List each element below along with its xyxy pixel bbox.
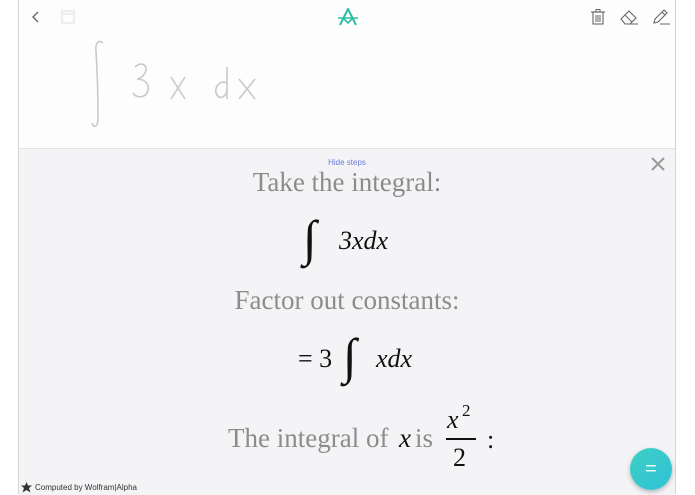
fraction-denominator: 2 bbox=[453, 443, 466, 472]
step3-variable: x bbox=[399, 423, 411, 453]
app-logo-icon bbox=[338, 8, 358, 26]
wolfram-logo-icon bbox=[21, 482, 32, 493]
eraser-button[interactable] bbox=[619, 6, 639, 28]
chevron-left-icon bbox=[32, 11, 39, 23]
wolfram-credit: Computed by Wolfram|Alpha bbox=[21, 482, 137, 493]
trash-icon bbox=[591, 9, 605, 25]
step1-expression: 3xdx bbox=[339, 226, 389, 255]
step2-equals-three: = 3 bbox=[298, 344, 333, 373]
back-button[interactable] bbox=[25, 6, 47, 28]
pen-button[interactable] bbox=[651, 6, 671, 28]
page-button[interactable] bbox=[57, 6, 79, 28]
pen-icon bbox=[653, 9, 670, 25]
toolbar bbox=[19, 0, 675, 34]
fraction-bar bbox=[446, 438, 476, 440]
step3-text-b: is bbox=[415, 423, 434, 453]
app-frame: Hide steps Take the integral: ∫ 3xdx Fac… bbox=[18, 0, 676, 495]
handwritten-integral bbox=[91, 40, 256, 128]
trash-button[interactable] bbox=[587, 6, 609, 28]
handwriting-canvas[interactable] bbox=[19, 33, 675, 148]
step2-text: Factor out constants: bbox=[234, 285, 460, 315]
step3-text-a: The integral of bbox=[228, 423, 389, 453]
page-icon bbox=[61, 10, 75, 24]
step3-colon: : bbox=[487, 425, 495, 454]
solve-fab-button[interactable]: = bbox=[630, 448, 672, 490]
step1-text: Take the integral: bbox=[252, 167, 442, 197]
fraction-exponent: 2 bbox=[462, 401, 471, 420]
step2-integral-sign: ∫ bbox=[343, 328, 357, 384]
equals-icon: = bbox=[645, 457, 657, 480]
app-logo bbox=[337, 6, 359, 28]
step1-integral-sign: ∫ bbox=[303, 210, 317, 266]
fraction-numerator: x bbox=[447, 405, 459, 434]
results-panel: Hide steps Take the integral: ∫ 3xdx Fac… bbox=[19, 148, 675, 495]
eraser-icon bbox=[620, 10, 638, 25]
computed-by-text: Computed by Wolfram|Alpha bbox=[35, 483, 137, 492]
step2-expression: xdx bbox=[376, 344, 413, 373]
hide-steps-link[interactable]: Hide steps bbox=[19, 158, 675, 167]
